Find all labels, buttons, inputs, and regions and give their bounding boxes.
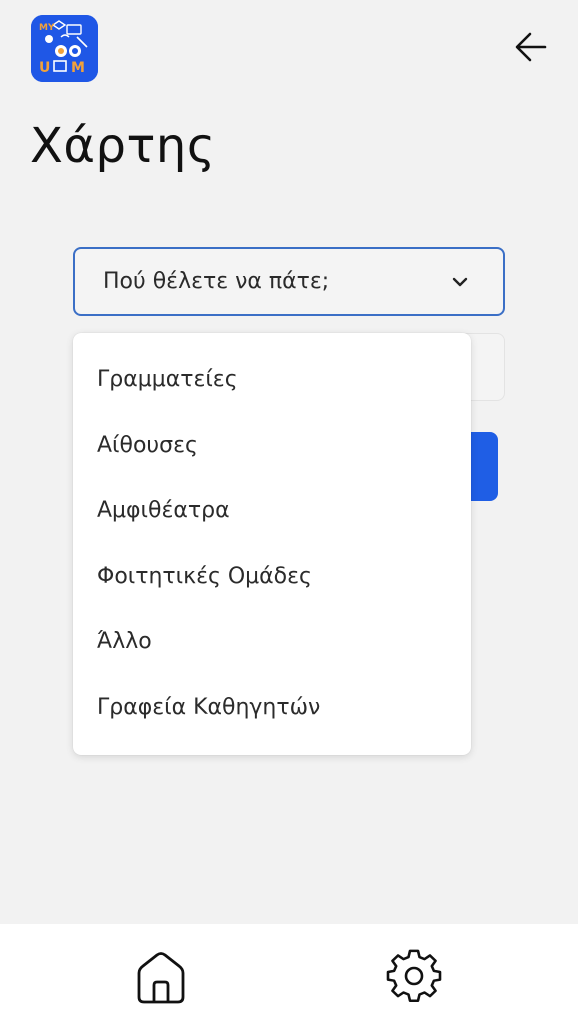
- menu-item-student-groups[interactable]: Φοιτητικές Ομάδες: [73, 544, 471, 610]
- settings-button[interactable]: [386, 948, 442, 1006]
- home-button[interactable]: [133, 948, 189, 1006]
- destination-select[interactable]: Πού θέλετε να πάτε;: [73, 247, 505, 316]
- home-icon: [137, 952, 185, 1004]
- menu-item-amphitheaters[interactable]: Αμφιθέατρα: [73, 478, 471, 544]
- back-button[interactable]: [508, 26, 554, 68]
- menu-item-professor-offices[interactable]: Γραφεία Καθηγητών: [73, 675, 471, 741]
- svg-text:U: U: [39, 60, 50, 76]
- menu-item-secretariats[interactable]: Γραμματείες: [73, 347, 471, 413]
- bottom-navigation: [0, 924, 578, 1024]
- arrow-left-icon: [515, 32, 547, 62]
- chevron-down-icon: [452, 277, 468, 286]
- gear-icon: [386, 949, 442, 1003]
- destination-dropdown-menu: Γραμματείες Αίθουσες Αμφιθέατρα Φοιτητικ…: [73, 333, 471, 755]
- app-logo: MY U M: [31, 15, 98, 82]
- menu-item-other[interactable]: Άλλο: [73, 609, 471, 675]
- svg-text:M: M: [71, 60, 85, 76]
- svg-text:MY: MY: [39, 23, 55, 33]
- page-title: Χάρτης: [30, 118, 216, 174]
- map-screen: MY U M Χάρτης Πού θέλετε να πάτε; Γραμμα…: [0, 0, 578, 1024]
- menu-item-classrooms[interactable]: Αίθουσες: [73, 413, 471, 479]
- destination-select-placeholder: Πού θέλετε να πάτε;: [103, 269, 330, 294]
